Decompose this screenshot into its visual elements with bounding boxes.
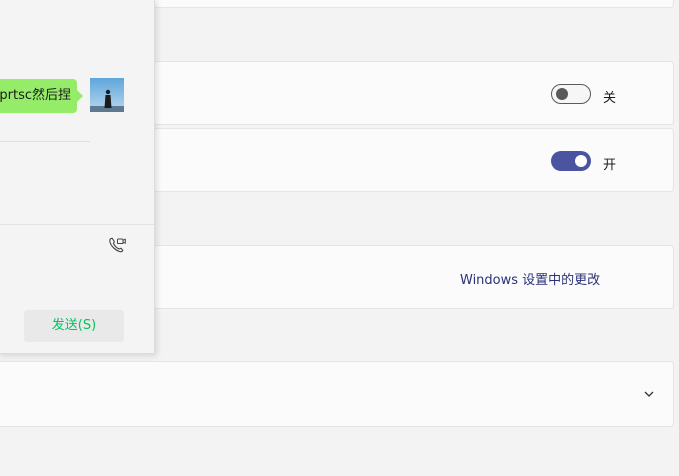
message-divider [0,141,90,142]
settings-card-toggle-on [150,128,674,192]
toggle-knob [575,155,587,167]
chat-bubble-tail [77,90,83,102]
settings-card-expandable[interactable] [0,361,674,427]
phone-video-call-icon[interactable] [107,235,127,255]
windows-settings-link[interactable]: Windows 设置中的更改 [460,269,600,288]
toggle-state-label-off: 关 [603,91,617,106]
send-button[interactable]: 发送(S) [24,310,124,342]
toggle-switch-off[interactable] [551,84,591,104]
chat-window: prtsc然后捏 发送(S) [0,0,155,354]
avatar[interactable] [90,78,124,112]
toggle-knob [556,88,568,100]
chevron-down-icon[interactable] [644,389,654,399]
input-area-divider [0,224,154,225]
toggle-switch-on[interactable] [551,151,591,171]
chat-message-bubble[interactable]: prtsc然后捏 [0,79,77,113]
settings-card-toggle-off [150,61,674,125]
settings-card-top [150,0,674,8]
toggle-state-label-on: 开 [603,158,617,173]
